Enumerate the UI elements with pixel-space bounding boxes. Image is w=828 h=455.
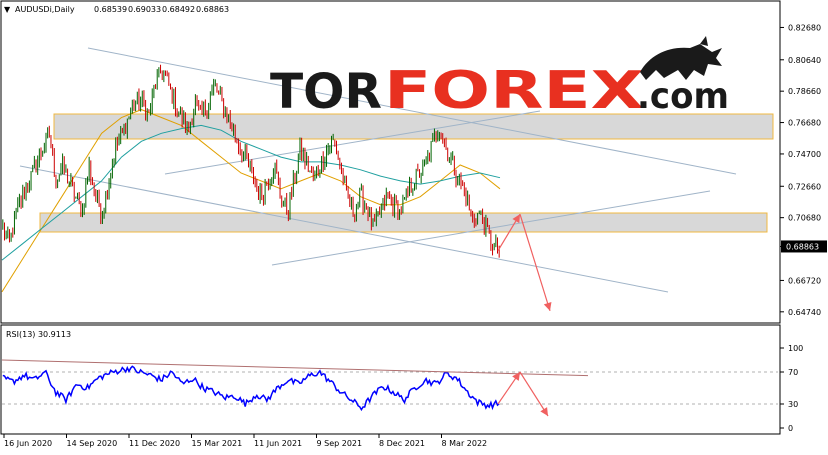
chart-header: ▼ AUDUSDi,Daily 0.68539 0.69033 0.68492 … bbox=[4, 5, 229, 14]
rsi-tick-label: 0 bbox=[788, 424, 793, 433]
symbol-label: AUDUSDi,Daily bbox=[15, 5, 75, 14]
price-tick-label: 0.64740 bbox=[788, 308, 821, 317]
date-axis: 16 Jun 2020 14 Sep 2020 11 Dec 2020 15 Mar … bbox=[3, 434, 488, 448]
price-tick-label: 0.66720 bbox=[788, 276, 821, 285]
rsi-tick-label: 100 bbox=[788, 344, 803, 353]
date-tick-label: 9 Sep 2021 bbox=[317, 439, 363, 448]
price-tick-label: 0.78660 bbox=[788, 87, 821, 96]
date-tick-label: 11 Jun 2021 bbox=[254, 439, 302, 448]
price-tick-label: 0.72660 bbox=[788, 182, 821, 191]
date-tick-label: 8 Mar 2022 bbox=[442, 439, 488, 448]
price-tick-label: 0.74700 bbox=[788, 150, 821, 159]
price-tick-label: 0.76680 bbox=[788, 119, 821, 128]
logo-tor: TOR bbox=[270, 64, 382, 120]
date-tick-label: 15 Mar 2021 bbox=[192, 439, 243, 448]
support-zone bbox=[39, 212, 768, 233]
rsi-axis: 100 70 30 0 bbox=[780, 344, 803, 433]
logo-com: .com bbox=[637, 76, 729, 117]
date-tick-label: 16 Jun 2020 bbox=[4, 439, 52, 448]
ohlc-close: 0.68863 bbox=[196, 5, 229, 14]
date-tick-label: 11 Dec 2020 bbox=[129, 439, 180, 448]
date-tick-label: 14 Sep 2020 bbox=[67, 439, 118, 448]
date-tick-label: 8 Dec 2021 bbox=[379, 439, 425, 448]
ohlc-open: 0.68539 bbox=[94, 5, 127, 14]
ohlc-high: 0.69033 bbox=[128, 5, 161, 14]
rsi-tick-label: 70 bbox=[788, 368, 798, 377]
dropdown-arrow-icon[interactable]: ▼ bbox=[4, 5, 11, 14]
rsi-label: RSI(13) 30.9113 bbox=[6, 330, 71, 339]
rsi-panel-frame bbox=[0, 324, 781, 435]
price-tick-label: 0.70680 bbox=[788, 214, 821, 223]
price-tick-label: 0.68863 bbox=[786, 242, 819, 251]
logo-forex: FOREX bbox=[384, 61, 644, 121]
price-tick-label: 0.82680 bbox=[788, 23, 821, 32]
rsi-tick-label: 30 bbox=[788, 400, 798, 409]
forex-chart: ▼ AUDUSDi,Daily 0.68539 0.69033 0.68492 … bbox=[0, 0, 827, 448]
ohlc-low: 0.68492 bbox=[162, 5, 195, 14]
price-axis: 0.82680 0.80640 0.78660 0.76680 0.74700 0.726… bbox=[780, 23, 827, 317]
price-tick-label: 0.80640 bbox=[788, 56, 821, 65]
